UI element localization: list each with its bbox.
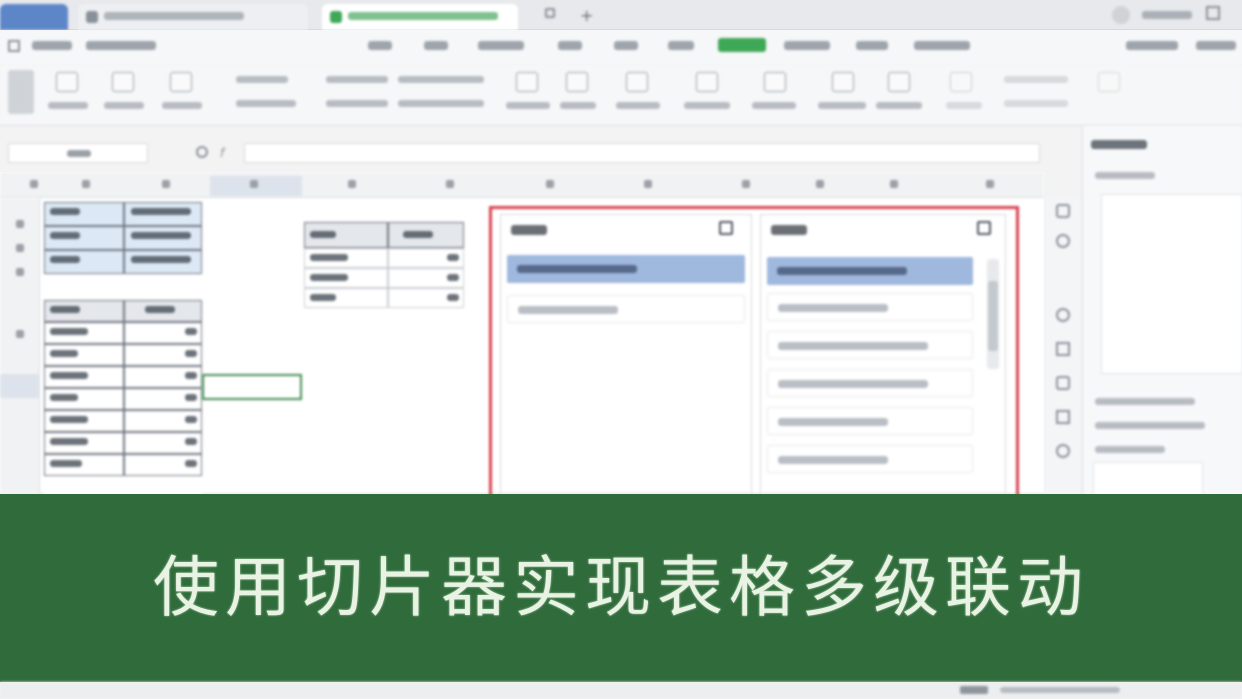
slicer-scrollbar[interactable] bbox=[987, 259, 999, 369]
column-header bbox=[0, 172, 1044, 198]
menu-start[interactable] bbox=[368, 41, 392, 50]
ribbon-icon-5[interactable] bbox=[566, 72, 588, 92]
side-tool-icon[interactable] bbox=[1056, 410, 1070, 424]
menu-view[interactable] bbox=[856, 41, 888, 50]
slicer-item[interactable] bbox=[767, 407, 973, 435]
score-table[interactable] bbox=[44, 300, 202, 494]
formula-input[interactable] bbox=[244, 143, 1040, 163]
side-tool-icon[interactable] bbox=[1056, 342, 1070, 356]
ribbon-icon-3[interactable] bbox=[170, 72, 192, 92]
class-slicer[interactable] bbox=[760, 214, 1006, 494]
clear-filter-icon[interactable] bbox=[719, 221, 733, 235]
ribbon-icon-10[interactable] bbox=[888, 72, 910, 92]
side-tool-icon[interactable] bbox=[1056, 308, 1070, 322]
menu-analyze-active[interactable] bbox=[718, 38, 766, 52]
slicer-item[interactable] bbox=[507, 295, 745, 323]
ribbon-icon-6[interactable] bbox=[626, 72, 648, 92]
slicer-item[interactable] bbox=[767, 369, 973, 397]
document-icon bbox=[86, 11, 98, 23]
ribbon-icon-12[interactable] bbox=[1098, 72, 1120, 92]
field-list[interactable] bbox=[1101, 194, 1242, 374]
menu-share[interactable] bbox=[1126, 41, 1178, 50]
menu-file[interactable] bbox=[32, 41, 72, 50]
ribbon-icon-4[interactable] bbox=[516, 72, 538, 92]
status-bar bbox=[0, 682, 1242, 699]
view-mode-icon[interactable] bbox=[960, 686, 988, 694]
fx-icon[interactable]: f bbox=[220, 146, 224, 160]
menu-design[interactable] bbox=[784, 41, 830, 50]
pane-title bbox=[1091, 140, 1147, 149]
slicer-item[interactable] bbox=[767, 445, 973, 473]
slicer-item[interactable] bbox=[767, 293, 973, 321]
active-cell[interactable] bbox=[202, 374, 302, 400]
subject-table[interactable] bbox=[44, 202, 202, 274]
new-tab-icon[interactable]: + bbox=[580, 6, 593, 25]
spreadsheet-tab[interactable] bbox=[322, 4, 518, 30]
clear-filter-icon[interactable] bbox=[977, 221, 991, 235]
slicer-header-label bbox=[511, 225, 547, 235]
document-tab[interactable] bbox=[78, 4, 308, 30]
formula-bar: f bbox=[0, 138, 1080, 168]
quick-access-toolbar[interactable] bbox=[86, 41, 156, 50]
tab-menu-icon[interactable] bbox=[545, 8, 555, 18]
row-header bbox=[0, 198, 40, 494]
menu-tools[interactable] bbox=[914, 41, 970, 50]
menu-formula[interactable] bbox=[558, 41, 582, 50]
ribbon-icon-7[interactable] bbox=[696, 72, 718, 92]
window-control-icon[interactable] bbox=[1206, 6, 1220, 20]
ribbon bbox=[0, 64, 1242, 126]
banner-title: 使用切片器实现表格多级联动 bbox=[153, 549, 1089, 626]
menu-layout[interactable] bbox=[478, 41, 524, 50]
browser-tab-bar: + bbox=[0, 0, 1242, 30]
pivot-table-icon[interactable] bbox=[8, 70, 34, 114]
side-tool-icon[interactable] bbox=[1056, 444, 1070, 458]
ribbon-icon-9[interactable] bbox=[832, 72, 854, 92]
menu-icon[interactable] bbox=[8, 40, 20, 52]
menu-more[interactable] bbox=[1196, 41, 1236, 50]
slicer-item[interactable] bbox=[507, 255, 745, 283]
account-label[interactable] bbox=[1142, 11, 1192, 19]
side-tool-strip bbox=[1044, 198, 1082, 494]
zoom-icon[interactable] bbox=[196, 146, 208, 158]
slicer-header-label bbox=[771, 225, 807, 235]
title-banner: 使用切片器实现表格多级联动 bbox=[0, 494, 1242, 682]
name-box[interactable] bbox=[8, 143, 148, 163]
menu-data[interactable] bbox=[614, 41, 638, 50]
menu-bar bbox=[0, 30, 1242, 64]
slicer-item[interactable] bbox=[767, 331, 973, 359]
menu-insert[interactable] bbox=[424, 41, 448, 50]
zoom-slider[interactable] bbox=[1000, 687, 1120, 693]
task-pane bbox=[1082, 126, 1242, 502]
spreadsheet-icon bbox=[330, 11, 342, 23]
home-tab[interactable] bbox=[0, 4, 68, 30]
pivot-table[interactable] bbox=[304, 222, 464, 322]
ribbon-icon-11[interactable] bbox=[950, 72, 972, 92]
avatar[interactable] bbox=[1112, 6, 1130, 24]
ribbon-icon-8[interactable] bbox=[764, 72, 786, 92]
subject-slicer[interactable] bbox=[500, 214, 752, 494]
ribbon-icon-2[interactable] bbox=[112, 72, 134, 92]
ribbon-icon-1[interactable] bbox=[56, 72, 78, 92]
side-tool-icon[interactable] bbox=[1056, 204, 1070, 218]
side-tool-icon[interactable] bbox=[1056, 376, 1070, 390]
side-tool-icon[interactable] bbox=[1056, 234, 1070, 248]
slicer-item[interactable] bbox=[767, 257, 973, 285]
menu-review[interactable] bbox=[668, 41, 694, 50]
